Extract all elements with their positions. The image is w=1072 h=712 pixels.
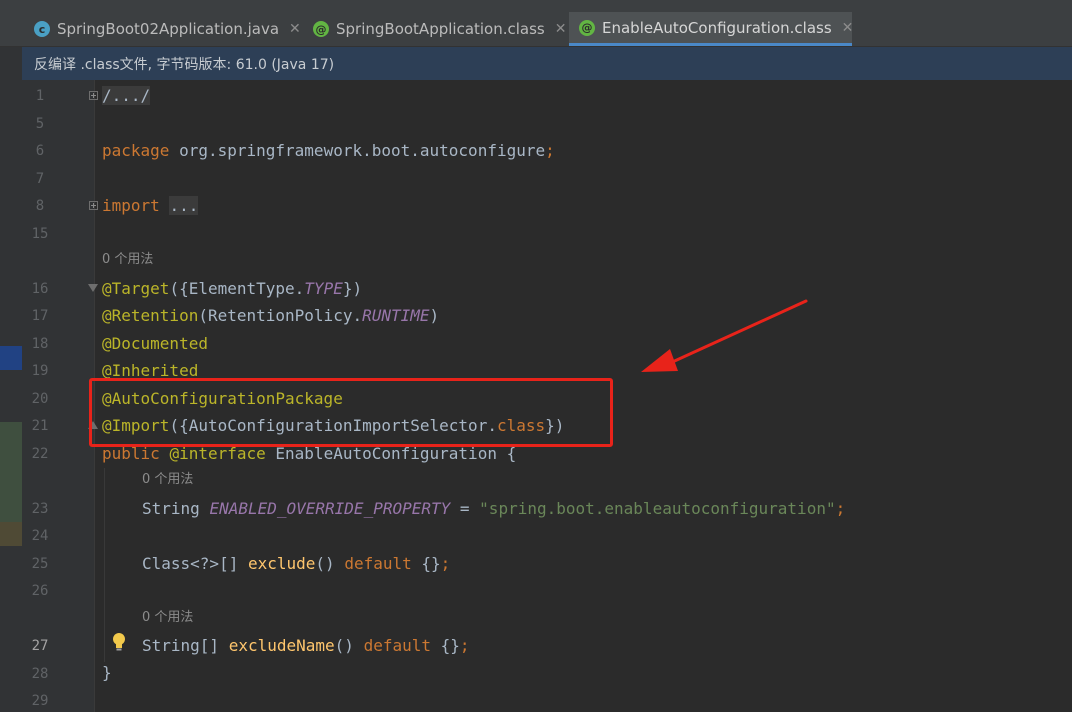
string-literal: "spring.boot.enableautoconfiguration" — [479, 499, 836, 518]
tab-label: SpringBoot02Application.java — [57, 20, 280, 38]
line-number: 16 — [31, 281, 49, 297]
line-number: 18 — [31, 336, 49, 352]
semicolon: ; — [440, 554, 451, 573]
tab-enableautoconfiguration[interactable]: @ EnableAutoConfiguration.class ✕ — [569, 12, 854, 46]
sidebar-highlight — [0, 522, 22, 546]
code-text: () — [334, 636, 364, 655]
code-text: ({ElementType. — [169, 279, 305, 298]
line-number: 17 — [31, 308, 49, 324]
line-number: 22 — [31, 446, 49, 462]
annotation: @Target — [102, 279, 170, 298]
code-line-23: String ENABLED_OVERRIDE_PROPERTY = "spri… — [142, 499, 845, 519]
code-line-27: String[] excludeName() default {}; — [142, 636, 470, 656]
code-text: ) — [429, 306, 440, 325]
keyword: package — [102, 141, 170, 160]
field-name: ENABLED_OVERRIDE_PROPERTY — [209, 499, 451, 518]
top-toolbar-strip — [0, 0, 1072, 12]
code-line-22: public @interface EnableAutoConfiguratio… — [102, 444, 516, 464]
line-number: 1 — [35, 88, 45, 104]
annotation-icon: @ — [579, 19, 595, 36]
line-number: 7 — [35, 171, 45, 187]
fold-collapse-icon[interactable] — [88, 284, 98, 292]
code-text: {} — [411, 554, 441, 573]
type: Class<?>[] — [142, 554, 248, 573]
code-text: } — [102, 663, 112, 682]
line-number: 24 — [31, 528, 49, 544]
usage-hint[interactable]: 0 个用法 — [142, 610, 193, 626]
method-name: excludeName — [228, 636, 335, 655]
close-icon[interactable]: ✕ — [842, 20, 854, 36]
fold-expand-icon[interactable] — [89, 91, 98, 100]
sidebar-highlight — [0, 422, 22, 522]
line-number: 8 — [35, 198, 45, 214]
fold-expand-icon[interactable] — [89, 201, 98, 210]
type: String[] — [142, 636, 229, 655]
semicolon: ; — [545, 141, 555, 160]
code-text: {} — [431, 636, 460, 655]
sidebar-selection-highlight — [0, 346, 22, 370]
usage-hint[interactable]: 0 个用法 — [142, 472, 193, 488]
line-number: 5 — [35, 116, 45, 132]
java-class-icon: c — [34, 21, 50, 37]
tab-springbootapplication[interactable]: @ SpringBootApplication.class ✕ — [303, 12, 568, 46]
package-name: org.springframework.boot.autoconfigure — [169, 141, 546, 160]
code-line-16: @Target({ElementType.TYPE}) — [102, 279, 362, 299]
annotation-icon: @ — [313, 21, 329, 37]
code-line-28: } — [102, 663, 112, 683]
code-line-18: @Documented — [102, 334, 208, 354]
constant: RUNTIME — [362, 306, 430, 325]
line-number: 15 — [31, 226, 49, 242]
semicolon: ; — [835, 499, 846, 518]
line-number: 20 — [31, 391, 49, 407]
line-number-current: 27 — [31, 638, 49, 654]
keyword: default — [344, 554, 412, 573]
tab-springboot02application[interactable]: c SpringBoot02Application.java ✕ — [24, 12, 302, 46]
line-number: 21 — [31, 418, 49, 434]
code-text: }) — [342, 279, 363, 298]
annotation: @Retention — [102, 306, 199, 325]
method-name: exclude — [247, 554, 316, 573]
code-line-8: import ... — [102, 196, 199, 216]
keyword: default — [363, 636, 432, 655]
editor-tab-bar: c SpringBoot02Application.java ✕ @ Sprin… — [0, 12, 1072, 47]
annotation: @Documented — [102, 334, 208, 353]
highlight-box — [89, 378, 613, 447]
intention-bulb-icon[interactable] — [112, 632, 126, 652]
line-number: 26 — [31, 583, 49, 599]
code-line-25: Class<?>[] exclude() default {}; — [142, 554, 450, 574]
line-number: 25 — [31, 556, 49, 572]
type: String — [142, 499, 210, 518]
code-text: (RetentionPolicy. — [198, 306, 363, 325]
line-number: 23 — [31, 501, 49, 517]
line-number: 28 — [31, 666, 49, 682]
close-icon[interactable]: ✕ — [289, 21, 301, 37]
folded-comment[interactable]: /.../ — [102, 86, 151, 105]
decompiled-notice-banner: 反编译 .class文件, 字节码版本: 61.0 (Java 17) — [22, 47, 1072, 80]
banner-text: 反编译 .class文件, 字节码版本: 61.0 (Java 17) — [34, 56, 335, 73]
constant: TYPE — [304, 279, 343, 298]
code-line-1: /.../ — [102, 86, 151, 106]
indent-guide — [104, 468, 105, 662]
project-sidebar-edge[interactable] — [0, 47, 22, 712]
line-number: 19 — [31, 363, 49, 379]
code-text: () — [315, 554, 345, 573]
keyword: import — [102, 196, 160, 215]
close-icon[interactable]: ✕ — [555, 21, 567, 37]
tab-label: EnableAutoConfiguration.class — [602, 18, 832, 37]
tab-label: SpringBootApplication.class — [336, 20, 545, 38]
folded-imports[interactable]: ... — [169, 196, 199, 215]
code-line-6: package org.springframework.boot.autocon… — [102, 141, 555, 161]
code-text: = — [450, 499, 480, 518]
line-number: 29 — [31, 693, 49, 709]
usage-hint[interactable]: 0 个用法 — [102, 252, 153, 268]
semicolon: ; — [459, 636, 470, 655]
line-number: 6 — [35, 143, 45, 159]
code-line-17: @Retention(RetentionPolicy.RUNTIME) — [102, 306, 439, 326]
